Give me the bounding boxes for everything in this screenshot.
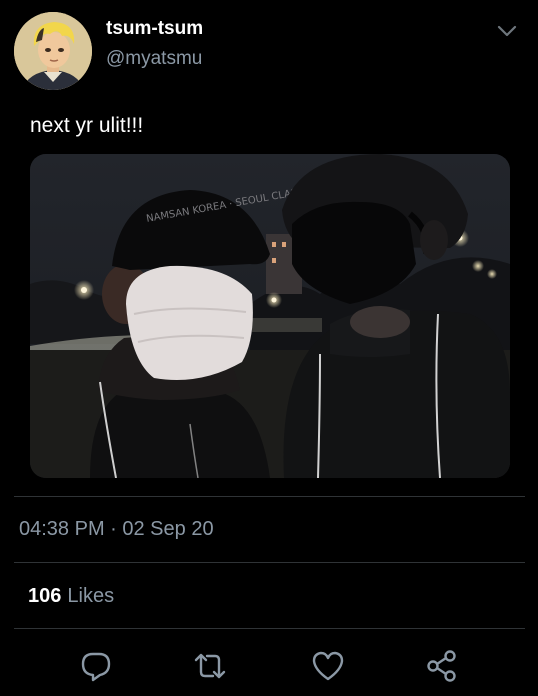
tweet-timestamp[interactable]: 04:38 PM · 02 Sep 20: [19, 518, 214, 541]
heart-icon: [312, 651, 344, 681]
retweet-icon: [194, 653, 226, 679]
likes-label: Likes: [67, 585, 115, 607]
author-handle[interactable]: @myatsmu: [106, 48, 202, 70]
likes-stat[interactable]: 106 Likes: [28, 585, 114, 608]
tweet-photo[interactable]: NAMSAN KOREA · SEOUL CLASSICS: [30, 154, 510, 478]
avatar[interactable]: [14, 12, 92, 90]
share-icon: [427, 650, 456, 682]
divider: [14, 562, 525, 563]
divider: [14, 496, 525, 497]
night-selfie-photo: NAMSAN KOREA · SEOUL CLASSICS: [30, 154, 510, 478]
author-display-name[interactable]: tsum-tsum: [106, 18, 203, 40]
share-button[interactable]: [424, 648, 460, 684]
avatar-illustration: [14, 12, 92, 90]
reply-icon: [81, 652, 111, 682]
retweet-button[interactable]: [192, 648, 228, 684]
reply-button[interactable]: [78, 648, 114, 684]
chevron-down-icon: [497, 25, 517, 37]
divider: [14, 628, 525, 629]
tweet-menu-button[interactable]: [494, 20, 520, 42]
likes-count: 106: [28, 585, 62, 607]
tweet-text: next yr ulit!!!: [30, 114, 144, 137]
like-button[interactable]: [310, 648, 346, 684]
